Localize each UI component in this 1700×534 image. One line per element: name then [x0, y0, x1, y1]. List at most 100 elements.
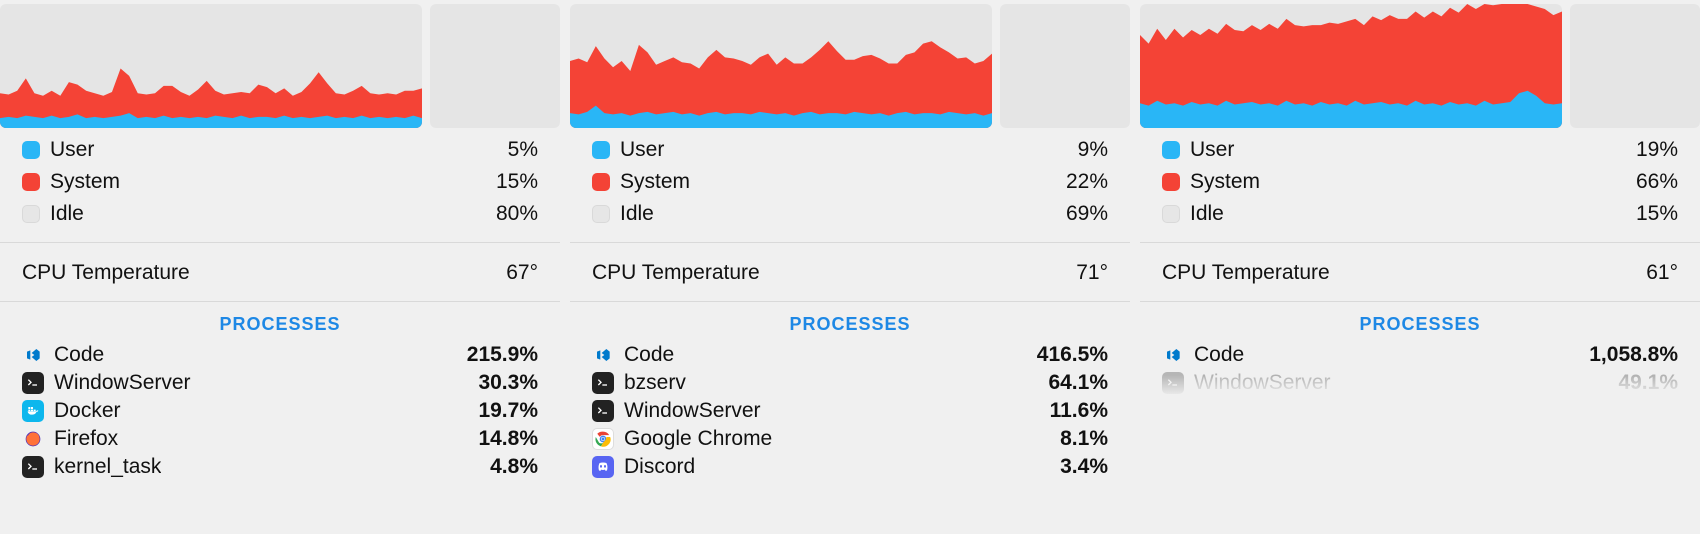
user-swatch: [592, 141, 610, 159]
legend-label: User: [1190, 138, 1234, 162]
idle-value: 15%: [1636, 202, 1678, 226]
term-icon: [22, 372, 44, 394]
processes-heading: PROCESSES: [0, 310, 560, 341]
system-value: 15%: [496, 170, 538, 194]
process-value: 3.4%: [1060, 455, 1108, 479]
idle-swatch: [1162, 205, 1180, 223]
cpu-panel-1: User 5% System 15% Idle 80% CPU Temperat…: [0, 0, 560, 481]
per-core-bars: [1000, 4, 1130, 128]
divider: [570, 301, 1130, 302]
user-value: 9%: [1078, 138, 1108, 162]
process-list: Code416.5%bzserv64.1%WindowServer11.6%Go…: [570, 341, 1130, 481]
user-swatch: [22, 141, 40, 159]
process-row: WindowServer 30.3%: [0, 369, 560, 397]
cpu-temperature-label: CPU Temperature: [592, 261, 760, 285]
process-value: 1,058.8%: [1589, 343, 1678, 367]
per-core-bars: [430, 4, 560, 128]
chart-row: [0, 0, 560, 128]
legend-label: System: [1190, 170, 1260, 194]
process-row: Docker19.7%: [0, 397, 560, 425]
process-name: Docker: [54, 399, 121, 423]
panels-container: User 5% System 15% Idle 80% CPU Temperat…: [0, 0, 1700, 481]
legend-idle: Idle 80%: [22, 198, 538, 230]
user-swatch: [1162, 141, 1180, 159]
process-value: 416.5%: [1037, 343, 1108, 367]
process-list: Code 215.9% WindowServer 30.3%Docker19.7%Fi…: [0, 341, 560, 481]
term-icon: [22, 456, 44, 478]
user-value: 5%: [508, 138, 538, 162]
processes-heading: PROCESSES: [1140, 310, 1700, 341]
process-name: kernel_task: [54, 455, 161, 479]
per-core-bars: [1570, 4, 1700, 128]
cpu-temperature-label: CPU Temperature: [1162, 261, 1330, 285]
cpu-temperature-label: CPU Temperature: [22, 261, 190, 285]
cpu-temperature-value: 71°: [1076, 261, 1108, 285]
cpu-history-chart: [1140, 4, 1562, 128]
process-value: 64.1%: [1048, 371, 1108, 395]
process-value: 4.8%: [490, 455, 538, 479]
cpu-history-chart: [0, 4, 422, 128]
process-name: bzserv: [624, 371, 686, 395]
process-row: kernel_task 4.8%: [0, 453, 560, 481]
process-name: Code: [54, 343, 104, 367]
code-icon: [592, 344, 614, 366]
process-value: 14.8%: [478, 427, 538, 451]
process-name: Discord: [624, 455, 695, 479]
firefox-icon: [22, 428, 44, 450]
cpu-temperature-value: 67°: [506, 261, 538, 285]
process-value: 49.1%: [1618, 371, 1678, 395]
legend-label: Idle: [50, 202, 84, 226]
cpu-temperature-row: CPU Temperature 71°: [592, 257, 1108, 289]
legend-system: System 22%: [592, 166, 1108, 198]
cpu-temperature-row: CPU Temperature 67°: [22, 257, 538, 289]
legend-label: System: [50, 170, 120, 194]
process-name: WindowServer: [624, 399, 761, 423]
process-row: Discord 3.4%: [570, 453, 1130, 481]
idle-swatch: [22, 205, 40, 223]
system-value: 22%: [1066, 170, 1108, 194]
process-name: Google Chrome: [624, 427, 772, 451]
term-icon: [1162, 372, 1184, 394]
cpu-temperature-row: CPU Temperature 61°: [1162, 257, 1678, 289]
cpu-panel-2: User 9% System 22% Idle 69% CPU Temperat…: [570, 0, 1130, 481]
divider: [1140, 242, 1700, 243]
user-value: 19%: [1636, 138, 1678, 162]
legend-label: User: [620, 138, 664, 162]
legend-user: User 19%: [1162, 134, 1678, 166]
cpu-temperature-value: 61°: [1646, 261, 1678, 285]
cpu-panel-3: User 19% System 66% Idle 15% CPU Tempera…: [1140, 0, 1700, 481]
process-row: bzserv 64.1%: [570, 369, 1130, 397]
divider: [0, 301, 560, 302]
idle-value: 69%: [1066, 202, 1108, 226]
chart-row: [1140, 0, 1700, 128]
legend-system: System 66%: [1162, 166, 1678, 198]
chrome-icon: [592, 428, 614, 450]
process-row: Firefox14.8%: [0, 425, 560, 453]
legend-label: Idle: [620, 202, 654, 226]
process-value: 11.6%: [1050, 399, 1108, 423]
process-row: Google Chrome 8.1%: [570, 425, 1130, 453]
discord-icon: [592, 456, 614, 478]
process-name: Code: [1194, 343, 1244, 367]
process-name: WindowServer: [54, 371, 191, 395]
legend-idle: Idle 15%: [1162, 198, 1678, 230]
system-swatch: [1162, 173, 1180, 191]
process-row: Code 215.9%: [0, 341, 560, 369]
process-value: 8.1%: [1060, 427, 1108, 451]
process-value: 30.3%: [478, 371, 538, 395]
idle-swatch: [592, 205, 610, 223]
docker-icon: [22, 400, 44, 422]
legend-label: User: [50, 138, 94, 162]
processes-heading: PROCESSES: [570, 310, 1130, 341]
term-icon: [592, 400, 614, 422]
process-value: 215.9%: [467, 343, 538, 367]
idle-value: 80%: [496, 202, 538, 226]
system-swatch: [592, 173, 610, 191]
code-icon: [1162, 344, 1184, 366]
process-name: Code: [624, 343, 674, 367]
term-icon: [592, 372, 614, 394]
process-name: WindowServer: [1194, 371, 1331, 395]
legend-user: User 9%: [592, 134, 1108, 166]
cpu-history-chart: [570, 4, 992, 128]
legend-label: System: [620, 170, 690, 194]
